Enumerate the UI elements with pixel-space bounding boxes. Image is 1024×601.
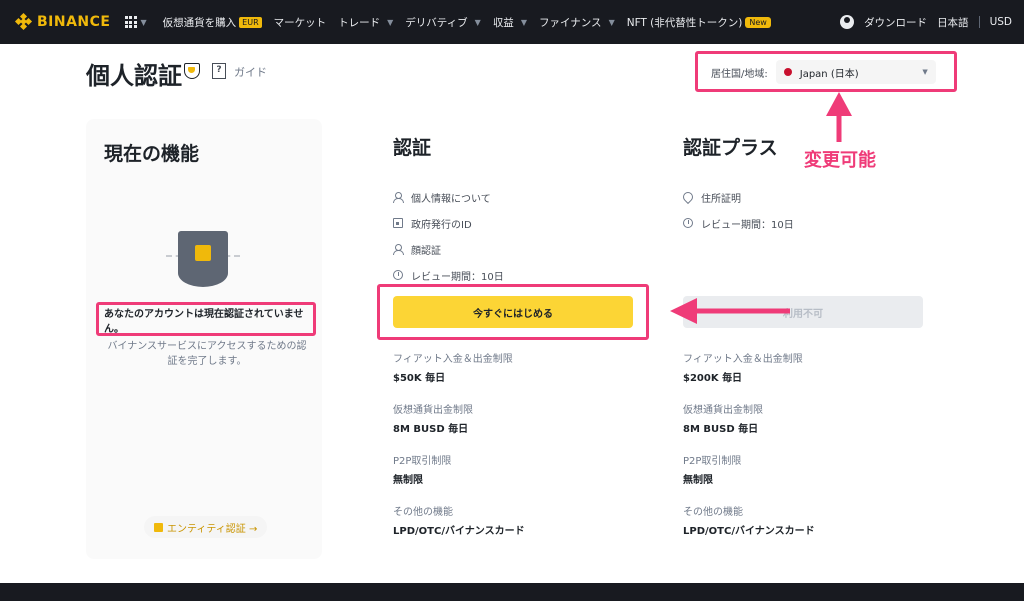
limit-label: フィアット入金＆出金制限 [393,354,513,365]
arrow-up-head [826,92,852,116]
chevron-down-icon: ▼ [520,17,527,27]
requirement-item: レビュー期間：10日 [683,210,943,236]
limit-value: 8M BUSD 毎日 [683,424,759,435]
new-badge: New [745,16,771,28]
chevron-down-icon: ▼ [387,17,394,27]
verified-column: 認証 個人情報について 政府発行のID 顔認証 レビュー期間：10日 [393,133,653,288]
verification-description: バイナンスサービスにアクセスするための認証を完了します。 [107,341,307,367]
limit-value: 無制限 [683,475,713,486]
nav-item-buy-crypto[interactable]: 仮想通貨を購入 EUR [163,15,262,30]
unavailable-button: 利用不可 [683,296,923,328]
verified-title: 認証 [393,137,432,159]
building-icon [154,522,163,532]
footer-bar [0,583,1024,601]
chevron-down-icon: ▼ [140,17,147,27]
limit-label: フィアット入金＆出金制限 [683,354,803,365]
limit-value: $50K 毎日 [393,373,446,384]
nav-item-nft[interactable]: NFT (非代替性トークン) New [627,15,771,30]
clock-icon [393,270,403,280]
divider [978,16,980,28]
guide-link[interactable]: ガイド [234,64,267,80]
limit-label: P2P取引制限 [683,456,742,467]
requirement-item: 顔認証 [393,236,653,262]
nav-right: ダウンロード 日本語 USD [840,15,1012,30]
limit-value: 8M BUSD 毎日 [393,424,469,435]
highlight-box-status [96,302,316,336]
nav-item-markets[interactable]: マーケット [274,15,327,30]
annotation-changeable: 変更可能 [804,150,876,171]
location-pin-icon [680,189,696,205]
highlight-box-residence [695,51,957,92]
apps-grid-icon[interactable] [124,16,137,28]
unverified-id-icon [166,231,246,291]
guide-icon[interactable]: ? [212,63,226,79]
nav-item-earn[interactable]: 収益 ▼ [493,15,527,30]
requirement-item: 住所証明 [680,184,943,210]
nav-item-trade[interactable]: トレード ▼ [338,15,393,30]
limit-label: その他の機能 [683,507,743,518]
language-selector[interactable]: 日本語 [937,15,969,30]
highlight-box-start-button [377,284,649,340]
current-features-card: 現在の機能 あなたのアカウントは現在認証されていません。 バイナンスサービスにア… [86,119,322,559]
limit-label: 仮想通貨出金制限 [393,405,473,416]
currency-selector[interactable]: USD [990,16,1012,28]
shield-icon [184,63,200,79]
chevron-down-icon: ▼ [474,17,481,27]
person-icon [393,192,404,203]
verified-plus-limits: フィアット入金＆出金制限 $200K 毎日 仮想通貨出金制限 8M BUSD 毎… [683,350,933,554]
chevron-down-icon: ▼ [608,17,615,27]
requirement-item: 政府発行のID [393,210,653,236]
limit-value: 無制限 [393,475,423,486]
limit-label: 仮想通貨出金制限 [683,405,763,416]
download-link[interactable]: ダウンロード [864,15,927,30]
limit-value: $200K 毎日 [683,373,743,384]
top-nav: BINANCE ▼ 仮想通貨を購入 EUR マーケット トレード ▼ デリバティブ… [0,0,1024,44]
limit-label: その他の機能 [393,507,453,518]
clock-icon [683,218,693,228]
nav-items: 仮想通貨を購入 EUR マーケット トレード ▼ デリバティブ ▼ 収益 ▼ ファイナ… [157,15,777,30]
requirement-item: 個人情報について [393,184,653,210]
binance-logo-icon [14,12,33,31]
entity-verification-link[interactable]: エンティティ認証 → [144,516,268,538]
card-title: 現在の機能 [104,143,200,165]
currency-badge: EUR [239,16,262,28]
limit-value: LPD/OTC/バイナンスカード [393,526,525,537]
nav-item-derivatives[interactable]: デリバティブ ▼ [405,15,481,30]
face-icon [393,244,404,255]
limit-value: LPD/OTC/バイナンスカード [683,526,815,537]
id-card-icon [393,218,403,228]
page-title: 個人認証 [86,62,182,90]
nav-item-finance[interactable]: ファイナンス ▼ [539,15,615,30]
verified-limits: フィアット入金＆出金制限 $50K 毎日 仮想通貨出金制限 8M BUSD 毎日… [393,350,643,554]
limit-label: P2P取引制限 [393,456,452,467]
user-icon[interactable] [840,15,855,29]
binance-logo[interactable]: BINANCE [14,12,111,31]
logo-text: BINANCE [37,14,111,30]
